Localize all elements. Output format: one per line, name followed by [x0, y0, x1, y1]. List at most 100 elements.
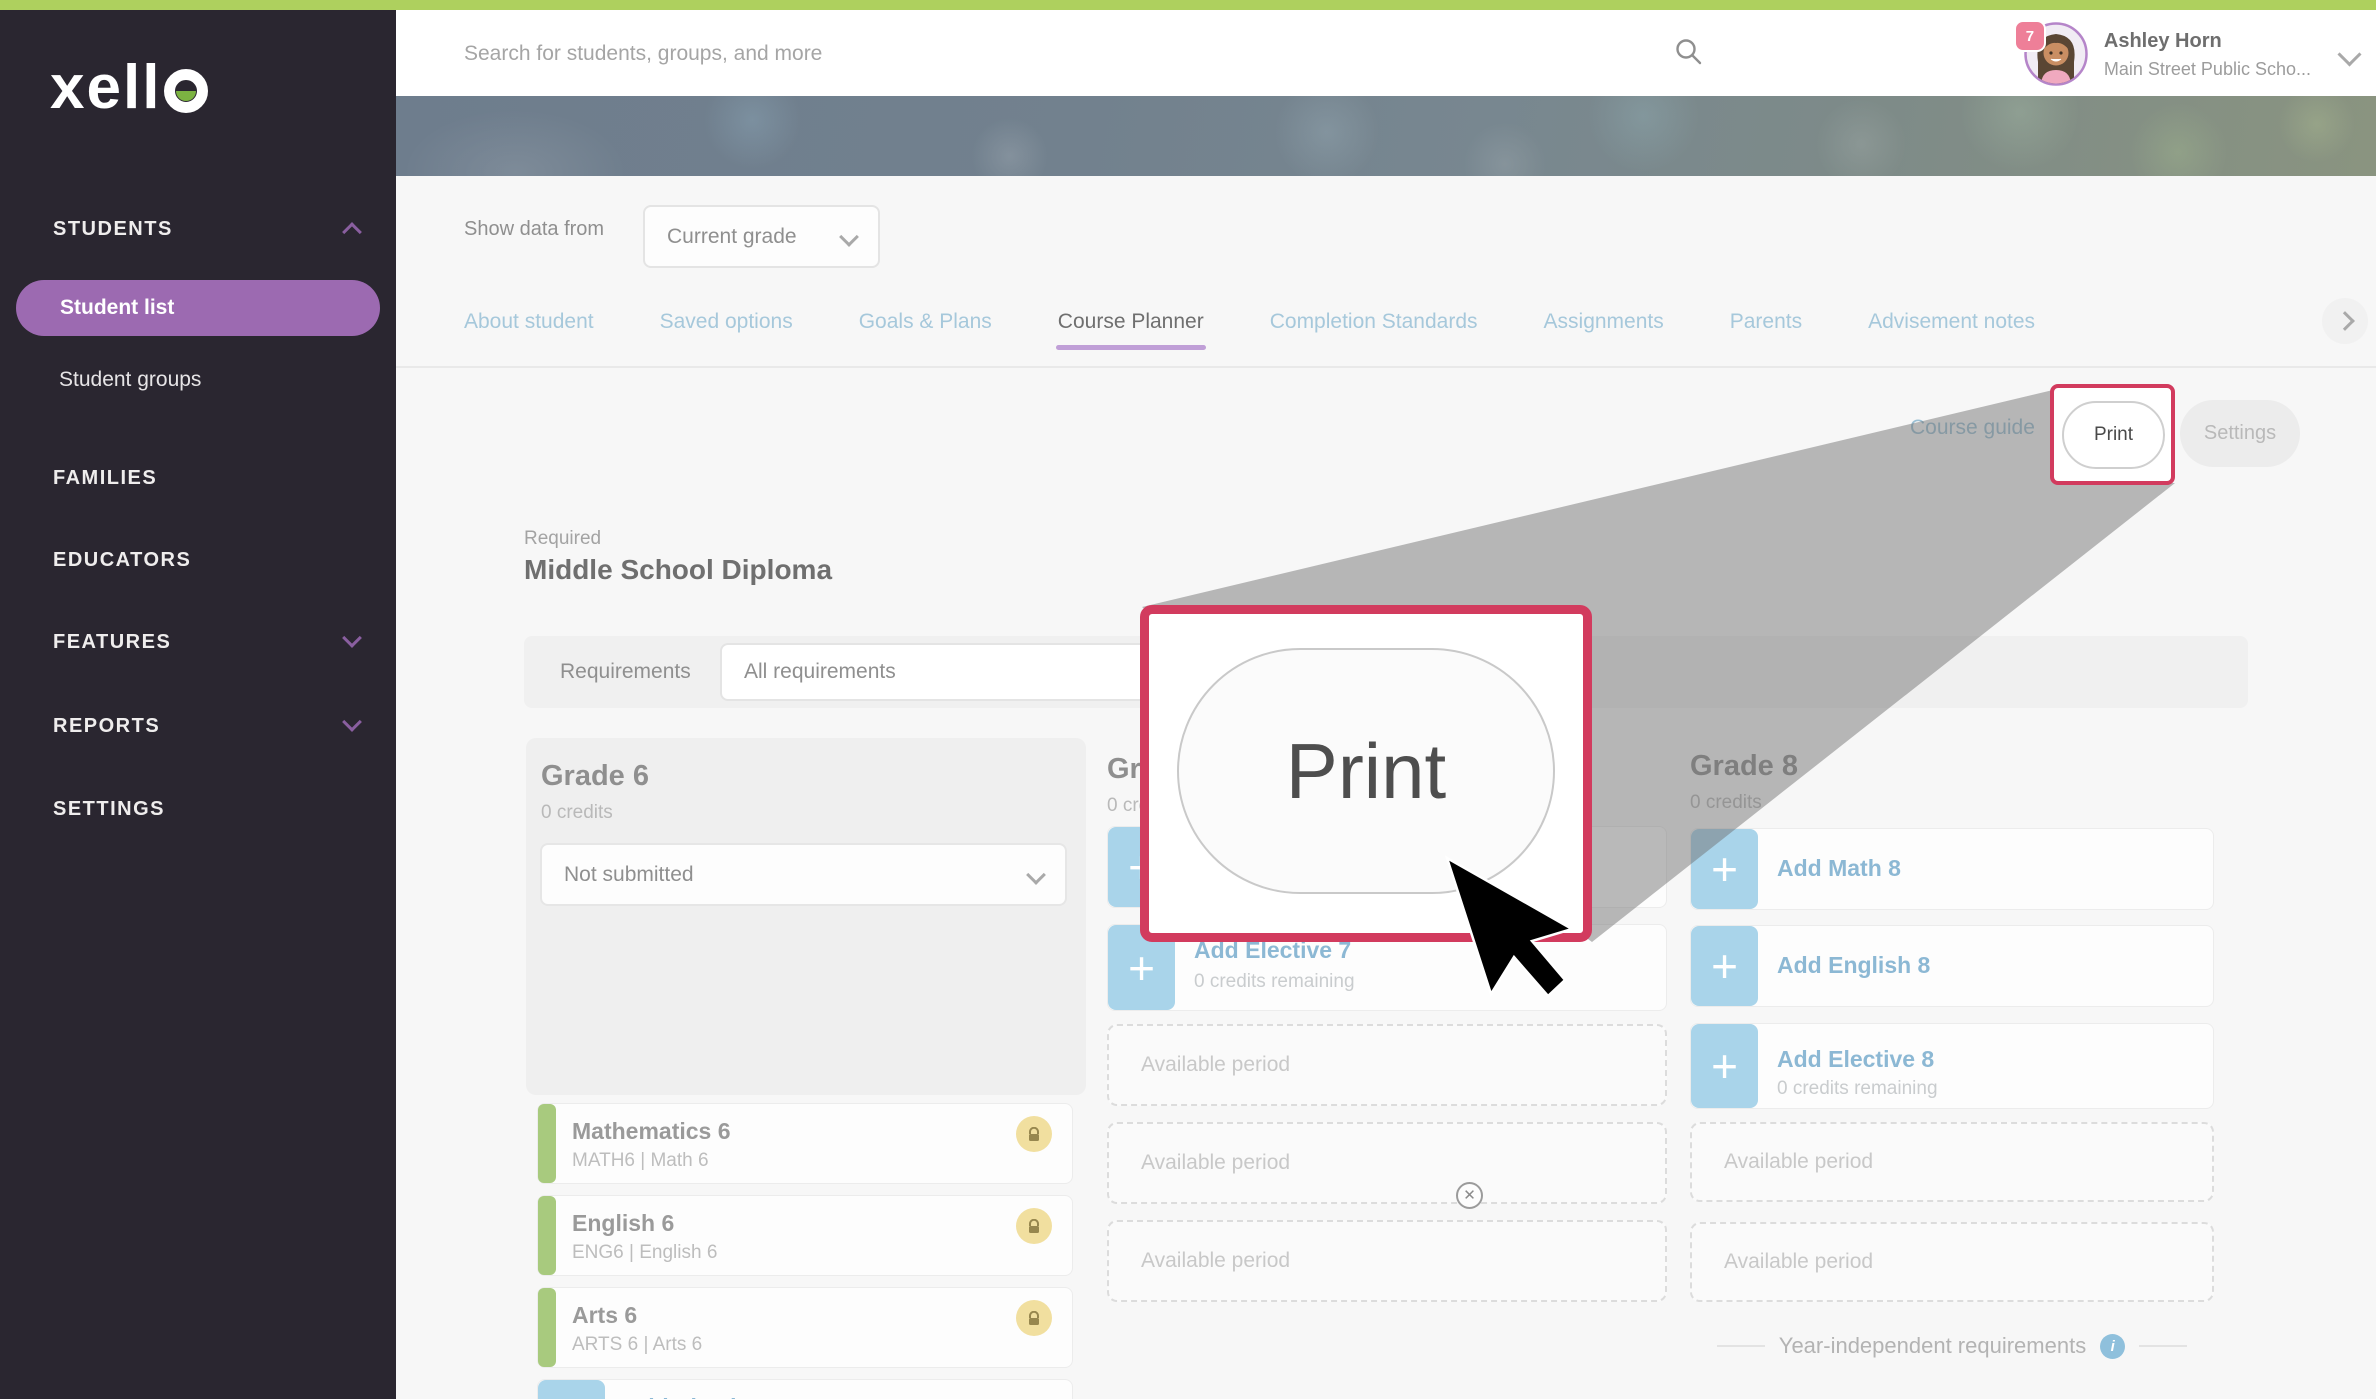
sidebar: xell STUDENTS Student list Student group…: [0, 0, 396, 1399]
add-english-8-button[interactable]: + Add English 8: [1690, 925, 2214, 1007]
lock-icon: [1016, 1116, 1052, 1152]
plus-icon: +: [1691, 829, 1758, 909]
plus-icon: +: [1691, 926, 1758, 1006]
requirements-label: Requirements: [560, 660, 691, 684]
divider-line: [1717, 1345, 1765, 1347]
add-course-label: Add English 8: [1777, 952, 1930, 979]
sidebar-item-student-list[interactable]: Student list: [16, 280, 380, 336]
tab-about-student[interactable]: About student: [464, 310, 594, 334]
tab-completion-standards[interactable]: Completion Standards: [1270, 310, 1478, 334]
sidebar-section-educators[interactable]: EDUCATORS: [53, 549, 191, 572]
course-card-mathematics-6[interactable]: Mathematics 6 MATH6 | Math 6: [537, 1103, 1073, 1184]
tab-goals-plans[interactable]: Goals & Plans: [859, 310, 992, 334]
grade-8-column: Grade 8 0 credits + Add Math 8 + Add Eng…: [1690, 738, 2214, 1399]
sidebar-section-reports[interactable]: REPORTS: [53, 715, 160, 738]
grade-filter-select[interactable]: Current grade: [643, 205, 880, 268]
chevron-up-icon[interactable]: [342, 222, 362, 242]
logo-o-icon: [164, 69, 208, 113]
plus-icon: +: [538, 1380, 605, 1399]
sidebar-section-features[interactable]: FEATURES: [53, 631, 171, 654]
available-period-label: Available period: [1141, 1151, 1290, 1175]
app-logo: xell: [50, 52, 208, 123]
available-period-label: Available period: [1724, 1250, 1873, 1274]
plus-icon: +: [1691, 1024, 1758, 1108]
notification-badge: 7: [2014, 20, 2046, 52]
add-elective-8-button[interactable]: + Add Elective 8 0 credits remaining: [1690, 1023, 2214, 1109]
requirements-value: All requirements: [744, 660, 896, 684]
course-guide-link[interactable]: Course guide: [1910, 416, 2035, 440]
grade-6-status-value: Not submitted: [564, 863, 694, 887]
available-period-label: Available period: [1724, 1150, 1873, 1174]
add-math-8-button[interactable]: + Add Math 8: [1690, 828, 2214, 910]
grade-8-credits: 0 credits: [1690, 792, 1762, 814]
remove-course-icon[interactable]: ✕: [1456, 1182, 1483, 1209]
course-status-bar: [538, 1288, 556, 1367]
grade-8-title: Grade 8: [1690, 750, 1798, 783]
sidebar-section-families[interactable]: FAMILIES: [53, 467, 157, 490]
show-data-from-label: Show data from: [464, 218, 604, 241]
print-button[interactable]: Print: [2062, 401, 2165, 469]
lock-icon: [1016, 1208, 1052, 1244]
add-elective-6-button[interactable]: + Add Elective 6 0 credits remaining: [537, 1379, 1073, 1399]
grade-6-column: Grade 6 0 credits Not submitted Mathemat…: [526, 738, 1086, 1399]
user-name: Ashley Horn: [2104, 26, 2311, 56]
lock-icon: [1016, 1300, 1052, 1336]
add-course-sub: 0 credits remaining: [1777, 1078, 1938, 1100]
tabs-overflow-button[interactable]: [2322, 298, 2368, 344]
print-button-highlight-box: Print: [2050, 384, 2175, 485]
course-title: Mathematics 6: [572, 1118, 731, 1145]
year-independent-label: Year-independent requirements: [1779, 1333, 2086, 1359]
chevron-down-icon[interactable]: [342, 628, 362, 648]
course-title: Arts 6: [572, 1302, 637, 1329]
add-course-label: Add Elective 6: [624, 1394, 781, 1399]
course-code: MATH6 | Math 6: [572, 1150, 709, 1172]
tabs-divider: [396, 366, 2376, 368]
chevron-down-icon[interactable]: [2337, 42, 2361, 66]
diploma-title: Middle School Diploma: [524, 554, 832, 586]
available-period-slot: Available period: [1107, 1122, 1667, 1204]
student-tabs: About student Saved options Goals & Plan…: [464, 310, 2035, 334]
print-callout-box: Print: [1140, 605, 1592, 942]
top-accent-strip: [0, 0, 2376, 10]
course-status-bar: [538, 1196, 556, 1275]
available-period-slot: Available period: [1690, 1222, 2214, 1302]
app-window: xell STUDENTS Student list Student group…: [0, 0, 2376, 1399]
available-period-slot: Available period: [1107, 1220, 1667, 1302]
settings-button[interactable]: Settings: [2180, 400, 2300, 467]
sidebar-section-students[interactable]: STUDENTS: [53, 218, 173, 241]
user-org: Main Street Public Scho...: [2104, 56, 2311, 83]
available-period-slot: Available period: [1107, 1024, 1667, 1106]
tab-parents[interactable]: Parents: [1730, 310, 1802, 334]
course-code: ARTS 6 | Arts 6: [572, 1334, 702, 1356]
add-course-sub: 0 credits remaining: [1194, 971, 1355, 993]
sidebar-section-settings[interactable]: SETTINGS: [53, 798, 165, 821]
course-title: English 6: [572, 1210, 674, 1237]
available-period-label: Available period: [1141, 1249, 1290, 1273]
course-code: ENG6 | English 6: [572, 1242, 717, 1264]
add-course-label: Add Elective 8: [1777, 1046, 1934, 1073]
course-card-arts-6[interactable]: Arts 6 ARTS 6 | Arts 6: [537, 1287, 1073, 1368]
required-label: Required: [524, 528, 601, 550]
chevron-down-icon[interactable]: [342, 712, 362, 732]
sidebar-item-student-groups[interactable]: Student groups: [59, 368, 201, 392]
divider-line: [2139, 1345, 2187, 1347]
tab-advisement-notes[interactable]: Advisement notes: [1868, 310, 2035, 334]
grade-6-title: Grade 6: [541, 760, 649, 793]
grade-filter-value: Current grade: [667, 225, 797, 249]
year-independent-divider: Year-independent requirements i: [1690, 1333, 2214, 1359]
search-icon[interactable]: [1673, 36, 1705, 68]
add-course-label: Add Math 8: [1777, 855, 1901, 882]
magnified-print-button[interactable]: Print: [1177, 648, 1555, 894]
search-input[interactable]: [462, 32, 1566, 76]
course-card-english-6[interactable]: English 6 ENG6 | English 6: [537, 1195, 1073, 1276]
course-status-bar: [538, 1104, 556, 1183]
available-period-slot: Available period: [1690, 1122, 2214, 1202]
user-menu[interactable]: 7 Ashley Horn Main Street Publ: [2024, 16, 2358, 92]
user-info: Ashley Horn Main Street Public Scho...: [2104, 26, 2311, 83]
grade-6-status-select[interactable]: Not submitted: [540, 843, 1067, 906]
info-icon[interactable]: i: [2100, 1334, 2125, 1359]
tab-saved-options[interactable]: Saved options: [660, 310, 793, 334]
tab-assignments[interactable]: Assignments: [1544, 310, 1664, 334]
tab-course-planner[interactable]: Course Planner: [1058, 310, 1204, 334]
avatar: 7: [2024, 22, 2088, 86]
